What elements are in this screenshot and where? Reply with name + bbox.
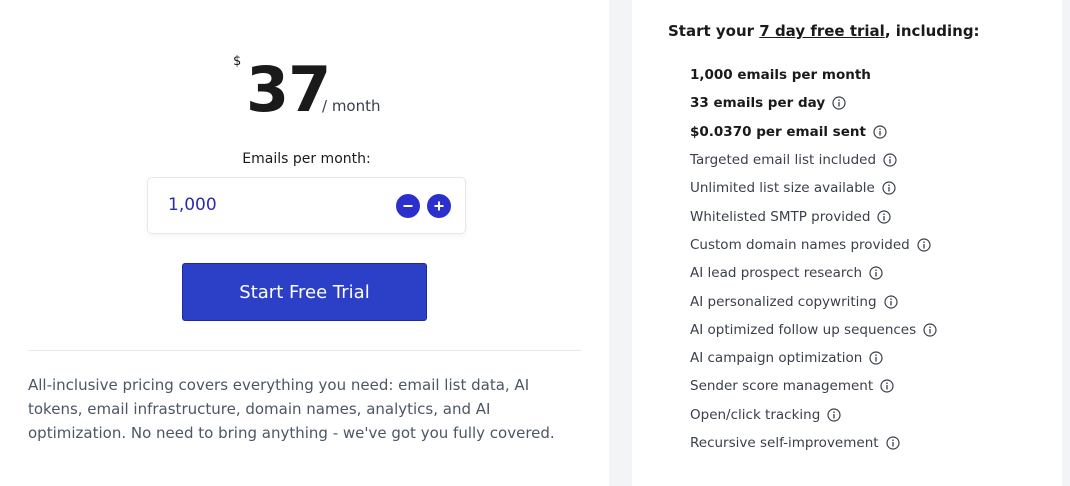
feature-item: Whitelisted SMTP provided: [690, 202, 937, 230]
feature-item: AI campaign optimization: [690, 344, 937, 372]
price-period: / month: [322, 97, 381, 115]
divider: [28, 350, 581, 351]
feature-label: AI optimized follow up sequences: [690, 321, 917, 338]
feature-label: 1,000 emails per month: [690, 67, 871, 84]
feature-label: $0.0370 per email sent: [690, 123, 866, 140]
decrease-button[interactable]: [396, 194, 420, 218]
emails-per-month-label: Emails per month:: [242, 151, 371, 167]
plus-icon: [434, 201, 444, 211]
feature-label: AI campaign optimization: [690, 350, 863, 367]
pricing-description: All-inclusive pricing covers everything …: [28, 376, 555, 442]
feature-item: 1,000 emails per month: [690, 61, 937, 89]
minus-icon: [403, 205, 413, 207]
info-icon[interactable]: [880, 379, 894, 394]
feature-item: Custom domain names provided: [690, 231, 937, 259]
info-icon[interactable]: [883, 294, 898, 309]
feature-list: 1,000 emails per month 33 emails per day $…: [690, 61, 937, 457]
feature-label: AI lead prospect research: [690, 265, 863, 282]
feature-label: Sender score management: [690, 378, 874, 395]
info-icon[interactable]: [885, 436, 900, 450]
price-display: $ 37 / month: [0, 0, 609, 130]
feature-label: AI personalized copywriting: [690, 293, 877, 310]
feature-item: Targeted email list included: [690, 146, 937, 174]
trial-heading-suffix: , including:: [884, 22, 980, 40]
feature-item: AI lead prospect research: [690, 259, 937, 287]
info-icon[interactable]: [873, 125, 887, 139]
info-icon[interactable]: [882, 181, 896, 195]
trial-heading: Start your 7 day free trial, including:: [668, 22, 980, 40]
feature-label: 33 emails per day: [690, 95, 826, 112]
feature-label: Whitelisted SMTP provided: [690, 208, 871, 225]
feature-item: Unlimited list size available: [690, 174, 937, 202]
trial-heading-highlight: 7 day free trial: [759, 22, 885, 40]
feature-item: AI personalized copywriting: [690, 287, 937, 315]
info-icon[interactable]: [883, 153, 897, 167]
info-icon[interactable]: [869, 351, 883, 365]
feature-item: Open/click tracking: [690, 401, 937, 429]
feature-label: Custom domain names provided: [690, 236, 910, 253]
feature-label: Unlimited list size available: [690, 180, 875, 197]
start-free-trial-button[interactable]: Start Free Trial: [182, 263, 427, 321]
increase-button[interactable]: [427, 194, 451, 218]
info-icon[interactable]: [832, 96, 846, 111]
feature-item: 33 emails per day: [690, 89, 937, 117]
feature-label: Recursive self-improvement: [690, 435, 879, 451]
emails-quantity-input[interactable]: [168, 193, 368, 217]
info-icon[interactable]: [923, 323, 937, 337]
trial-heading-prefix: Start your: [668, 22, 760, 40]
feature-item: AI optimized follow up sequences: [690, 316, 937, 344]
feature-item: Recursive self-improvement: [690, 429, 937, 457]
feature-label: Open/click tracking: [690, 406, 821, 423]
feature-item: $0.0370 per email sent: [690, 118, 937, 146]
price-currency: $: [233, 54, 242, 69]
info-icon[interactable]: [827, 408, 841, 422]
feature-label: Targeted email list included: [690, 152, 877, 169]
info-icon[interactable]: [869, 266, 883, 280]
feature-item: Sender score management: [690, 372, 937, 400]
info-icon[interactable]: [877, 210, 892, 224]
price-amount: 37: [246, 53, 331, 126]
emails-quantity-stepper: [147, 177, 466, 234]
info-icon[interactable]: [917, 238, 931, 252]
